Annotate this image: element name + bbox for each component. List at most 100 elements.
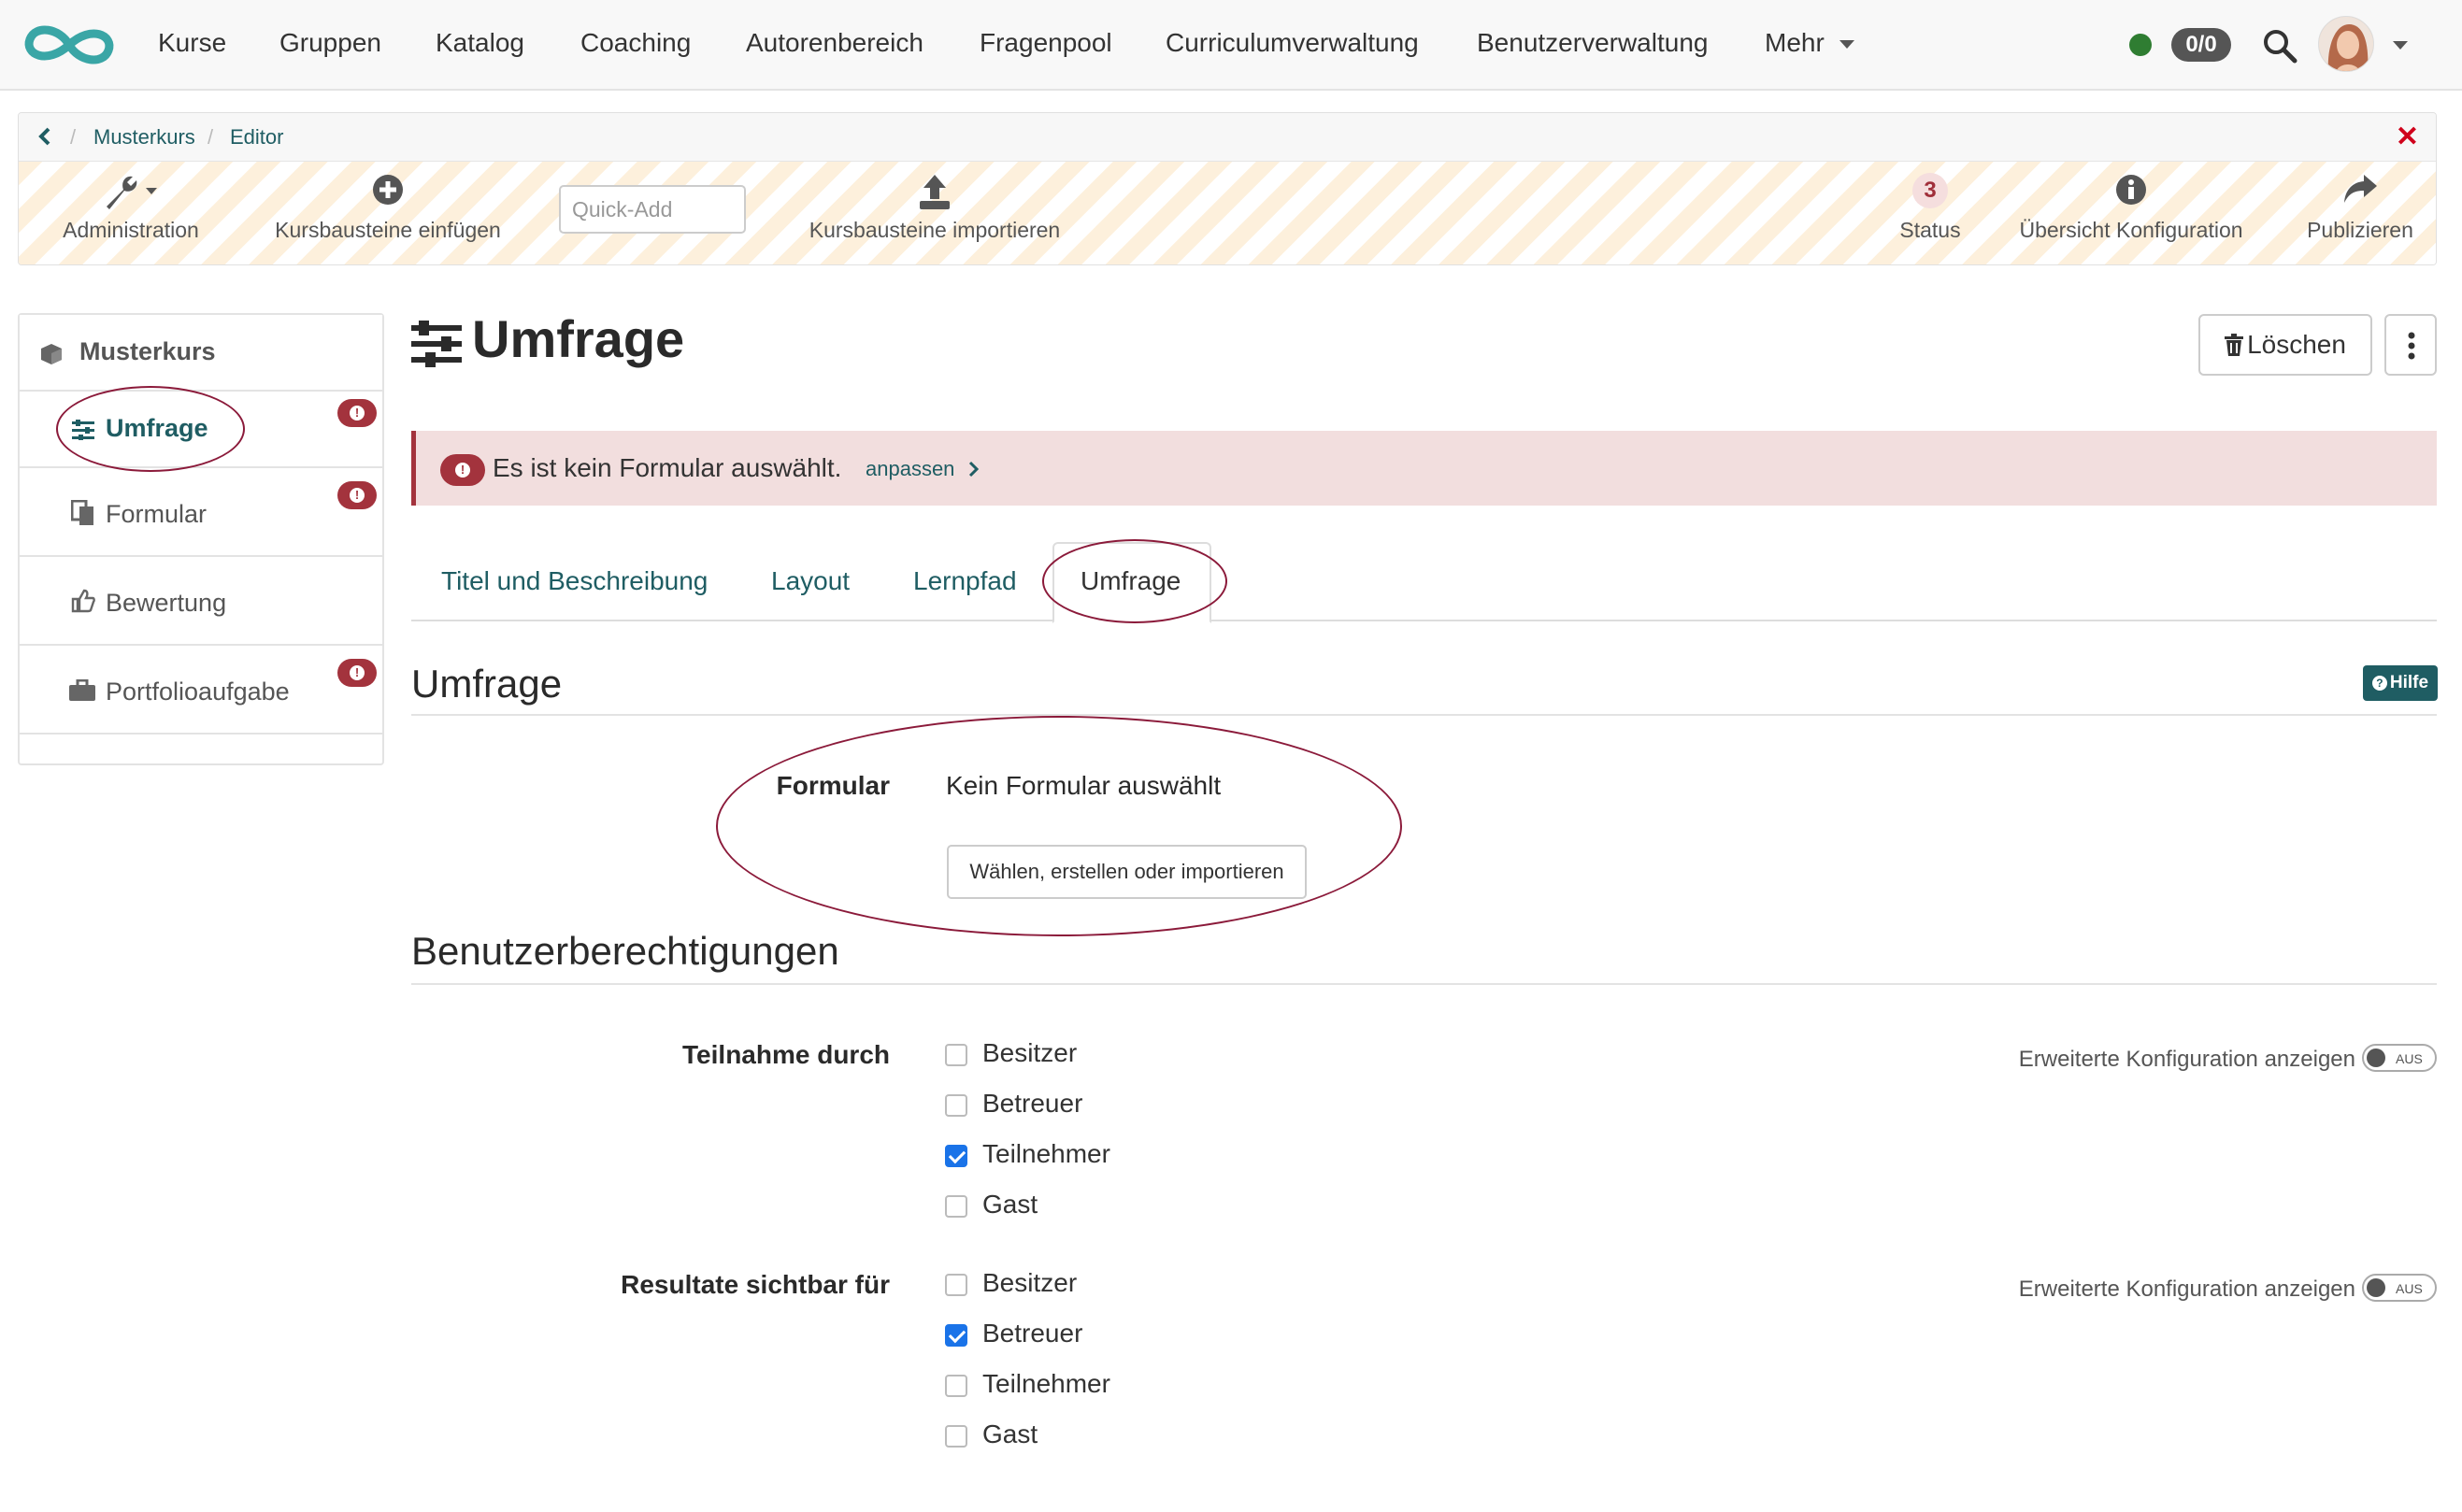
vertical-ellipsis-icon — [2408, 332, 2415, 360]
chevron-down-icon — [1839, 40, 1854, 50]
question-circle-icon: ? — [2371, 676, 2387, 691]
quick-add-input[interactable] — [559, 185, 746, 234]
chevron-right-icon — [968, 461, 979, 478]
overview-configuration-button[interactable]: Übersicht Konfiguration — [1991, 162, 2271, 264]
tree-item-portfolioaufgabe[interactable]: Portfolioaufgabe ! — [20, 646, 382, 735]
avatar[interactable] — [2318, 16, 2374, 72]
divider — [411, 714, 2437, 716]
tree-item-bewertung[interactable]: Bewertung — [20, 557, 382, 646]
exclamation-icon: ! — [350, 665, 365, 680]
tree-root-label: Musterkurs — [79, 337, 216, 365]
publish-button[interactable]: Publizieren — [2290, 162, 2430, 264]
tree-item-label: Umfrage — [106, 414, 208, 442]
import-course-elements-button[interactable]: Kursbausteine importieren — [776, 162, 1094, 264]
breadcrumb-separator: / — [208, 125, 214, 149]
info-icon — [2116, 175, 2146, 205]
exclamation-icon: ! — [350, 406, 365, 421]
checkbox-checked[interactable] — [945, 1145, 967, 1167]
warning-badge: ! — [440, 454, 485, 486]
nav-benutzerverwaltung[interactable]: Benutzerverwaltung — [1477, 28, 1708, 58]
checkbox-label: Betreuer — [982, 1089, 1083, 1118]
openolat-logo[interactable] — [19, 17, 120, 73]
back-chevron-icon[interactable] — [37, 126, 52, 147]
nav-katalog[interactable]: Katalog — [436, 28, 524, 58]
tab-titel-und-beschreibung[interactable]: Titel und Beschreibung — [441, 566, 708, 596]
tab-layout[interactable]: Layout — [771, 566, 850, 596]
nav-fragenpool[interactable]: Fragenpool — [980, 28, 1112, 58]
breadcrumb: / Musterkurs / Editor ✕ — [19, 113, 2436, 162]
wrench-icon — [107, 176, 157, 209]
status-count-badge: 3 — [1912, 173, 1948, 208]
checkbox[interactable] — [945, 1274, 967, 1296]
trash-icon — [2225, 334, 2244, 356]
adjust-link-label: anpassen — [866, 457, 955, 480]
checkbox-label: Betreuer — [982, 1319, 1083, 1348]
exclamation-icon: ! — [350, 488, 365, 503]
adjust-link[interactable]: anpassen — [866, 457, 980, 481]
avatar-image — [2319, 17, 2373, 71]
form-icon — [71, 500, 93, 525]
tree-root[interactable]: Musterkurs — [20, 315, 382, 392]
tab-umfrage[interactable]: Umfrage — [1081, 566, 1181, 596]
insert-label: Kursbausteine einfügen — [275, 218, 501, 242]
tree-item-formular[interactable]: Formular ! — [20, 468, 382, 557]
nav-gruppen[interactable]: Gruppen — [279, 28, 381, 58]
cube-icon — [41, 344, 62, 364]
highlight-oval — [716, 716, 1402, 936]
administration-button[interactable]: Administration — [37, 162, 224, 264]
delete-button[interactable]: Löschen — [2198, 314, 2372, 376]
tree-item-label: Portfolioaufgabe — [106, 678, 290, 706]
share-arrow-icon — [2344, 175, 2377, 203]
checkbox-label: Besitzer — [982, 1268, 1078, 1297]
checkbox-label: Teilnehmer — [982, 1369, 1110, 1398]
tab-bar: Titel und Beschreibung Layout Lernpfad U… — [411, 542, 2437, 623]
advanced-config-toggle[interactable]: AUS — [2362, 1044, 2437, 1072]
notification-badge[interactable]: 0/0 — [2171, 28, 2231, 62]
sliders-icon — [411, 321, 462, 367]
search-icon[interactable] — [2262, 28, 2297, 64]
breadcrumb-editor[interactable]: Editor — [230, 125, 283, 150]
toggle-knob — [2367, 1048, 2385, 1067]
tree-item-umfrage[interactable]: Umfrage ! — [20, 392, 382, 468]
tree-item-label: Formular — [106, 500, 208, 528]
permissions-section-title: Benutzerberechtigungen — [411, 929, 839, 973]
checkbox[interactable] — [945, 1195, 967, 1218]
choose-create-import-button[interactable]: Wählen, erstellen oder importieren — [947, 845, 1307, 899]
checkbox-label: Gast — [982, 1419, 1038, 1448]
insert-course-element-button[interactable]: Kursbausteine einfügen — [252, 162, 523, 264]
breadcrumb-course[interactable]: Musterkurs — [93, 125, 195, 150]
checkbox[interactable] — [945, 1375, 967, 1397]
nav-coaching[interactable]: Coaching — [580, 28, 691, 58]
toggle-state: AUS — [2396, 1281, 2423, 1296]
user-menu-caret-icon[interactable] — [2393, 41, 2408, 50]
help-button[interactable]: ? Hilfe — [2363, 665, 2438, 701]
warning-badge: ! — [337, 659, 377, 687]
breadcrumb-separator: / — [70, 125, 77, 149]
sliders-icon — [72, 420, 94, 440]
checkbox[interactable] — [945, 1044, 967, 1066]
results-visible-label: Resultate sichtbar für — [621, 1270, 890, 1299]
nav-mehr[interactable]: Mehr — [1765, 28, 1854, 58]
close-icon[interactable]: ✕ — [2396, 123, 2419, 151]
checkbox-checked[interactable] — [945, 1324, 967, 1347]
nav-autorenbereich[interactable]: Autorenbereich — [746, 28, 923, 58]
form-field-value: Kein Formular auswählt — [946, 771, 1222, 800]
more-options-button[interactable] — [2384, 314, 2437, 376]
overview-label: Übersicht Konfiguration — [2019, 218, 2243, 242]
upload-icon — [920, 175, 950, 209]
participation-label: Teilnahme durch — [682, 1040, 890, 1069]
advanced-config-label: Erweiterte Konfiguration anzeigen — [2018, 1047, 2355, 1072]
checkbox[interactable] — [945, 1425, 967, 1448]
warning-badge: ! — [337, 481, 377, 509]
advanced-config-toggle[interactable]: AUS — [2362, 1274, 2437, 1302]
exclamation-icon: ! — [455, 463, 470, 478]
tab-lernpfad[interactable]: Lernpfad — [913, 566, 1017, 596]
checkbox[interactable] — [945, 1094, 967, 1117]
warning-badge: ! — [337, 399, 377, 427]
status-button[interactable]: 3 Status — [1879, 162, 1982, 264]
advanced-config-label: Erweiterte Konfiguration anzeigen — [2018, 1277, 2355, 1302]
tree-item-label: Bewertung — [106, 589, 227, 617]
nav-curriculumverwaltung[interactable]: Curriculumverwaltung — [1166, 28, 1419, 58]
nav-kurse[interactable]: Kurse — [158, 28, 226, 58]
briefcase-icon — [69, 679, 95, 701]
